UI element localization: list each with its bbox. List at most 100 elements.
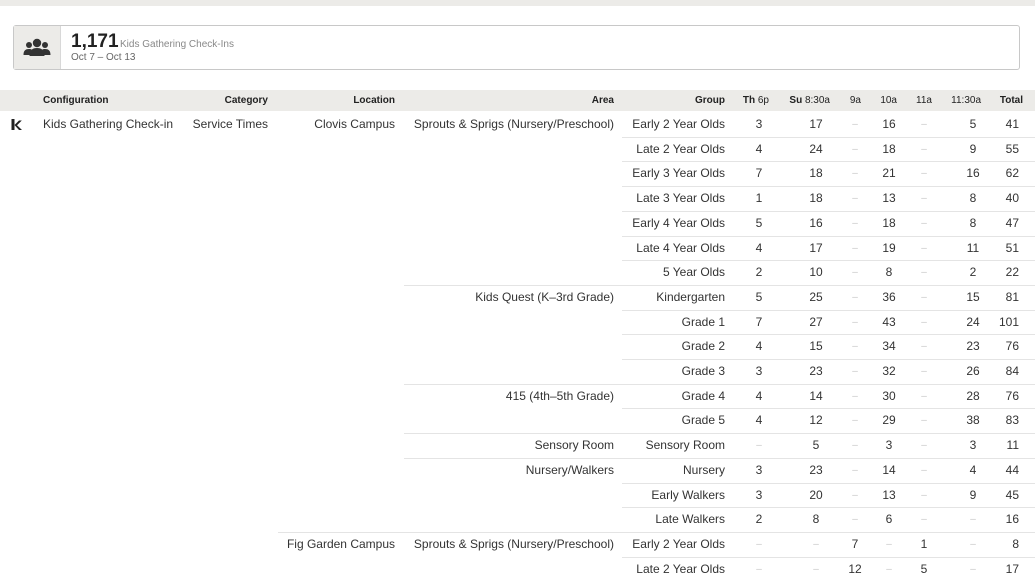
top-bar (0, 0, 1035, 6)
row-divider (278, 532, 1035, 533)
group-cell: 5 Year Olds (662, 265, 725, 279)
count-cell: 8 (812, 512, 820, 526)
count-cell: – (921, 292, 927, 303)
count-cell: 17 (809, 241, 823, 255)
count-cell: 9 (969, 142, 977, 156)
table-row: Grade 5 4 12 – 29 – 38 83 (0, 408, 1035, 433)
column-header-configuration[interactable]: Configuration (43, 90, 109, 111)
table-row: Early 4 Year Olds 5 16 – 18 – 8 47 (0, 211, 1035, 236)
column-header-time-6[interactable]: 11:30a (951, 90, 981, 111)
total-cell: 45 (1005, 488, 1019, 502)
row-divider (622, 186, 1035, 187)
table-row: Grade 1 7 27 – 43 – 24 101 (0, 310, 1035, 335)
area-cell: Nursery/Walkers (525, 463, 614, 477)
group-cell: Early Walkers (651, 488, 725, 502)
group-cell: Early 2 Year Olds (632, 117, 725, 131)
count-cell: 38 (966, 413, 980, 427)
count-cell: 6 (885, 512, 893, 526)
row-divider (622, 137, 1035, 138)
row-divider (622, 483, 1035, 484)
count-cell: 3 (755, 117, 763, 131)
count-cell: – (852, 317, 858, 328)
table-row: Early 3 Year Olds 7 18 – 21 – 16 62 (0, 161, 1035, 186)
column-header-area[interactable]: Area (592, 90, 614, 111)
total-cell: 47 (1005, 216, 1019, 230)
column-header-time-3[interactable]: 9a (850, 90, 861, 111)
count-cell: 13 (882, 488, 896, 502)
column-header-total[interactable]: Total (1000, 90, 1023, 111)
column-header-time-4[interactable]: 10a (880, 90, 897, 111)
date-range: Oct 7 – Oct 13 (71, 52, 136, 63)
count-cell: – (921, 193, 927, 204)
count-cell: – (756, 440, 762, 451)
count-cell: – (921, 391, 927, 402)
area-cell: Sensory Room (534, 438, 614, 452)
count-cell: 14 (809, 389, 823, 403)
count-cell: – (852, 415, 858, 426)
table-row: Grade 3 3 23 – 32 – 26 84 (0, 359, 1035, 384)
group-cell: Early 3 Year Olds (632, 166, 725, 180)
count-cell: – (852, 218, 858, 229)
count-cell: – (852, 514, 858, 525)
count-cell: 8 (885, 265, 893, 279)
total-cell: 8 (1012, 537, 1019, 551)
count-cell: – (813, 564, 819, 575)
location-cell: Fig Garden Campus (286, 537, 395, 551)
total-cell: 51 (1005, 241, 1019, 255)
count-cell: 18 (809, 191, 823, 205)
table-row: Kids Quest (K–3rd Grade) Kindergarten 5 25 –… (0, 285, 1035, 310)
count-cell: 16 (809, 216, 823, 230)
column-header-time-1[interactable]: Th 6p (743, 90, 769, 111)
count-cell: 27 (809, 315, 823, 329)
column-header-time-5[interactable]: 11a (916, 90, 932, 111)
count-cell: 16 (882, 117, 896, 131)
count-cell: 4 (755, 389, 763, 403)
count-cell: – (921, 341, 927, 352)
row-divider (622, 310, 1035, 311)
location-cell: Clovis Campus (314, 117, 395, 131)
table-row: Late 3 Year Olds 1 18 – 13 – 8 40 (0, 186, 1035, 211)
count-cell: 3 (755, 488, 763, 502)
count-cell: – (921, 317, 927, 328)
group-cell: Late Walkers (655, 512, 725, 526)
table-header: Configuration Category Location Area Gro… (0, 90, 1035, 111)
row-divider (404, 384, 1035, 385)
count-cell: – (921, 366, 927, 377)
count-cell: – (852, 144, 858, 155)
count-cell: 9 (969, 488, 977, 502)
row-divider (622, 161, 1035, 162)
group-cell: Grade 2 (681, 339, 725, 353)
count-cell: 18 (809, 166, 823, 180)
column-header-time-2[interactable]: Su 8:30a (789, 90, 830, 111)
total-cell: 11 (1006, 438, 1019, 452)
group-cell: Early 2 Year Olds (632, 537, 725, 551)
count-cell: – (886, 564, 892, 575)
table-row: Late 2 Year Olds – – 12 – 5 – 17 (0, 557, 1035, 582)
table-row: Sensory Room Sensory Room – 5 – 3 – 3 11 (0, 433, 1035, 458)
total-cell: 44 (1005, 463, 1019, 477)
area-cell: Kids Quest (K–3rd Grade) (475, 290, 614, 304)
count-cell: 5 (812, 438, 820, 452)
count-cell: 14 (882, 463, 896, 477)
total-cell: 76 (1005, 389, 1019, 403)
table-row: Late 4 Year Olds 4 17 – 19 – 11 51 (0, 236, 1035, 261)
count-cell: 3 (885, 438, 893, 452)
count-cell: 1 (755, 191, 763, 205)
column-header-category[interactable]: Category (225, 90, 268, 111)
column-header-group[interactable]: Group (695, 90, 725, 111)
group-cell: Grade 5 (681, 413, 725, 427)
row-divider (622, 557, 1035, 558)
count-cell: – (852, 292, 858, 303)
count-cell: 3 (969, 438, 977, 452)
count-cell: – (970, 514, 976, 525)
count-cell: – (921, 267, 927, 278)
count-cell: – (852, 490, 858, 501)
column-header-location[interactable]: Location (353, 90, 395, 111)
count-cell: 5 (755, 216, 763, 230)
count-cell: 4 (755, 241, 763, 255)
count-cell: – (852, 243, 858, 254)
count-cell: – (852, 267, 858, 278)
total-cell: 101 (998, 315, 1019, 329)
total-cell: 17 (1005, 562, 1019, 576)
count-cell: 23 (966, 339, 980, 353)
